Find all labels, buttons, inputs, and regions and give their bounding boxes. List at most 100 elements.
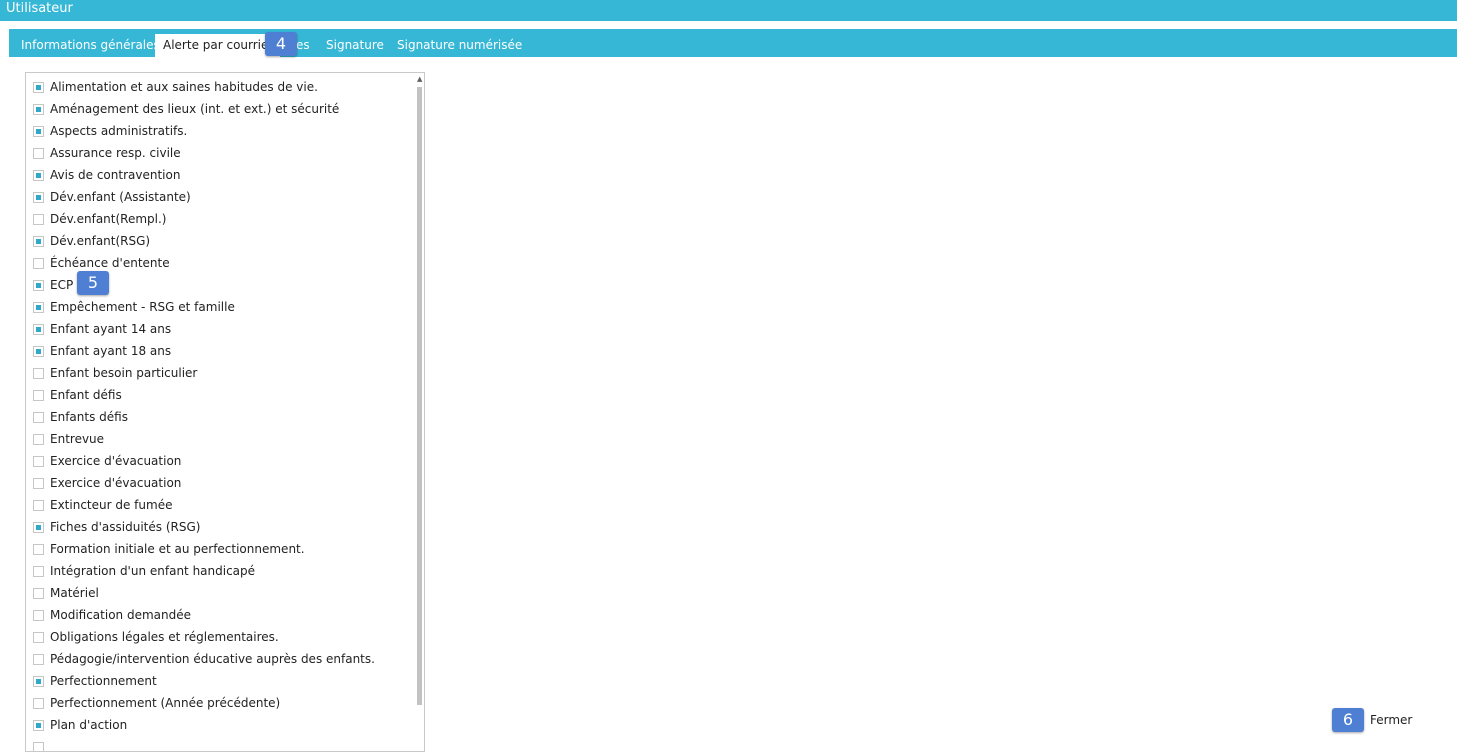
alert-label: Avis de contravention [50, 166, 180, 184]
alert-checkbox[interactable] [33, 148, 44, 159]
alert-checkbox[interactable] [33, 698, 44, 709]
alert-checkbox[interactable] [33, 588, 44, 599]
alert-checkbox[interactable] [33, 544, 44, 555]
alert-checkbox[interactable] [33, 676, 44, 687]
alert-label: Échéance d'entente [50, 254, 170, 272]
alert-list-item[interactable]: Aménagement des lieux (int. et ext.) et … [33, 100, 339, 118]
alert-checkbox[interactable] [33, 654, 44, 665]
alert-label: Extincteur de fumée [50, 496, 172, 514]
alert-checkbox[interactable] [33, 500, 44, 511]
alert-list-item[interactable]: Alimentation et aux saines habitudes de … [33, 78, 318, 96]
alert-list-item[interactable]: ECP [33, 276, 73, 294]
alert-label: Dév.enfant(Rempl.) [50, 210, 166, 228]
alert-label: Pédagogie/intervention éducative auprès … [50, 650, 375, 668]
alert-list-item[interactable]: Dév.enfant(Rempl.) [33, 210, 166, 228]
alert-checkbox[interactable] [33, 236, 44, 247]
tab-alerte-par-courriel[interactable]: Alerte par courriel [155, 34, 280, 57]
alert-checkbox[interactable] [33, 324, 44, 335]
alert-list-item[interactable]: Pédagogie/intervention éducative auprès … [33, 650, 375, 668]
alert-checkbox[interactable] [33, 412, 44, 423]
alert-list-item[interactable]: Dév.enfant (Assistante) [33, 188, 191, 206]
alert-list-item[interactable]: Avis de contravention [33, 166, 180, 184]
alert-checkbox[interactable] [33, 632, 44, 643]
alert-checkbox[interactable] [33, 434, 44, 445]
alert-label: Fiches d'assiduités (RSG) [50, 518, 200, 536]
alert-list-item[interactable]: Extincteur de fumée [33, 496, 172, 514]
alert-label: Modification demandée [50, 606, 191, 624]
alert-checkbox[interactable] [33, 126, 44, 137]
alert-label: Matériel [50, 584, 99, 602]
alert-checkbox[interactable] [33, 610, 44, 621]
alert-list-item[interactable] [33, 738, 50, 752]
alert-list-item[interactable]: Échéance d'entente [33, 254, 170, 272]
alert-label: Entrevue [50, 430, 104, 448]
alert-list-item[interactable]: Modification demandée [33, 606, 191, 624]
fermer-button[interactable]: Fermer [1370, 713, 1412, 727]
alert-checkbox[interactable] [33, 104, 44, 115]
alert-label: Enfant besoin particulier [50, 364, 197, 382]
alert-checkbox[interactable] [33, 280, 44, 291]
alert-list-item[interactable]: Assurance resp. civile [33, 144, 181, 162]
alert-label: Enfant ayant 14 ans [50, 320, 171, 338]
alert-label: Perfectionnement (Année précédente) [50, 694, 280, 712]
alert-list-item[interactable]: Aspects administratifs. [33, 122, 187, 140]
tab-hidden-partial[interactable]: es [296, 34, 310, 57]
alert-checkbox[interactable] [33, 346, 44, 357]
tab-signature[interactable]: Signature [326, 34, 384, 57]
alert-checkbox[interactable] [33, 192, 44, 203]
alert-label: Plan d'action [50, 716, 127, 734]
alert-list-item[interactable]: Enfants défis [33, 408, 128, 426]
alert-list-item[interactable]: Intégration d'un enfant handicapé [33, 562, 255, 580]
alert-checkbox[interactable] [33, 478, 44, 489]
tab-signature-numerisee[interactable]: Signature numérisée [397, 34, 522, 57]
scroll-thumb[interactable] [417, 87, 422, 705]
alert-list-item[interactable]: Empêchement - RSG et famille [33, 298, 235, 316]
alert-label: Assurance resp. civile [50, 144, 181, 162]
alert-list-item[interactable]: Perfectionnement [33, 672, 157, 690]
alert-checkbox[interactable] [33, 170, 44, 181]
alert-checkbox[interactable] [33, 720, 44, 731]
alert-label: Alimentation et aux saines habitudes de … [50, 78, 318, 96]
alert-checkbox[interactable] [33, 390, 44, 401]
alert-list-item[interactable]: Fiches d'assiduités (RSG) [33, 518, 200, 536]
alert-list-item[interactable]: Exercice d'évacuation [33, 474, 181, 492]
alert-list-item[interactable]: Enfant besoin particulier [33, 364, 197, 382]
alert-label: Obligations légales et réglementaires. [50, 628, 279, 646]
title-gap [0, 21, 1457, 29]
alert-list-item[interactable]: Enfant ayant 18 ans [33, 342, 171, 360]
alert-label: Dév.enfant (Assistante) [50, 188, 191, 206]
alert-list-item[interactable]: Matériel [33, 584, 99, 602]
tab-bar: Informations générales Alerte par courri… [9, 29, 1457, 57]
alert-checkbox[interactable] [33, 456, 44, 467]
scroll-up-icon[interactable]: ▲ [417, 75, 422, 83]
alert-label: Empêchement - RSG et famille [50, 298, 235, 316]
alert-label: Enfant ayant 18 ans [50, 342, 171, 360]
alert-label: Aménagement des lieux (int. et ext.) et … [50, 100, 339, 118]
alert-checkbox[interactable] [33, 82, 44, 93]
alert-list-item[interactable]: Formation initiale et au perfectionnemen… [33, 540, 305, 558]
window-title: Utilisateur [6, 1, 73, 16]
alert-list-item[interactable]: Obligations légales et réglementaires. [33, 628, 279, 646]
alert-list-item[interactable]: Enfant ayant 14 ans [33, 320, 171, 338]
alert-list-item[interactable]: Exercice d'évacuation [33, 452, 181, 470]
alert-label: Enfant défis [50, 386, 122, 404]
window-title-bar: Utilisateur [0, 0, 1457, 21]
alert-checkbox[interactable] [33, 742, 44, 752]
alert-label: Exercice d'évacuation [50, 474, 181, 492]
alert-list-item[interactable]: Dév.enfant(RSG) [33, 232, 150, 250]
alert-list-item[interactable]: Plan d'action [33, 716, 127, 734]
alert-list-item[interactable]: Entrevue [33, 430, 104, 448]
alert-checkbox[interactable] [33, 258, 44, 269]
list-scrollbar[interactable]: ▲ [417, 75, 422, 751]
tab-informations-generales[interactable]: Informations générales [21, 34, 160, 57]
alert-label: Exercice d'évacuation [50, 452, 181, 470]
alert-checkbox[interactable] [33, 566, 44, 577]
alert-checkbox[interactable] [33, 368, 44, 379]
alert-list-item[interactable]: Perfectionnement (Année précédente) [33, 694, 280, 712]
alert-label: Perfectionnement [50, 672, 157, 690]
alert-list-item[interactable]: Enfant défis [33, 386, 122, 404]
alert-checkbox[interactable] [33, 522, 44, 533]
alert-checkbox[interactable] [33, 214, 44, 225]
alert-checkbox[interactable] [33, 302, 44, 313]
alert-checkbox-list[interactable]: Alimentation et aux saines habitudes de … [25, 72, 425, 752]
